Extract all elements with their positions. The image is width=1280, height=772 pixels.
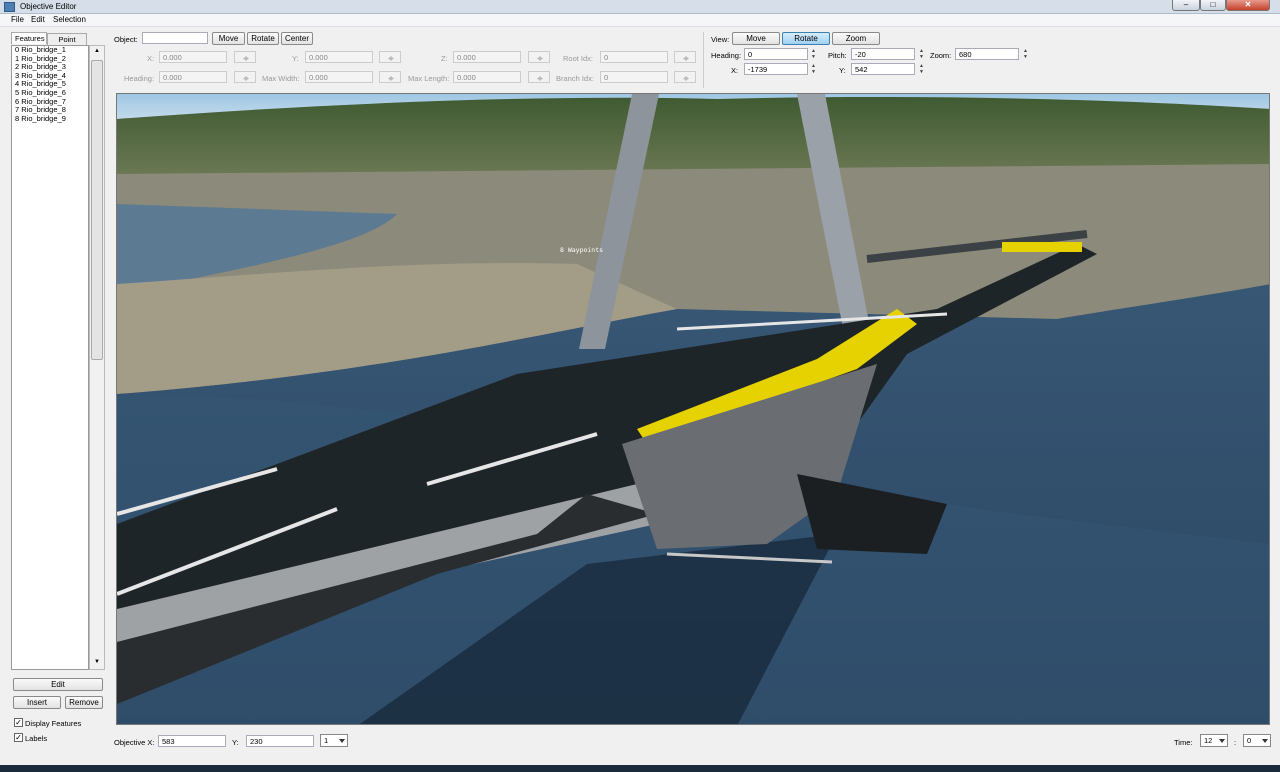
scroll-down-icon[interactable]: ▼ <box>94 659 100 665</box>
time-separator: : <box>1234 738 1237 747</box>
chevron-down-icon <box>1219 739 1225 746</box>
object-z-field[interactable]: 0.000 <box>453 51 521 63</box>
view-y-field[interactable]: 542 <box>851 63 915 75</box>
object-label: Object: <box>114 35 138 44</box>
labels-checkbox[interactable]: ✓ <box>14 733 23 742</box>
object-rotate-button[interactable]: Rotate <box>247 32 279 45</box>
far-yellow-stripe <box>1002 242 1082 252</box>
features-list[interactable]: 0 Rio_bridge_1 1 Rio_bridge_2 2 Rio_brid… <box>11 45 89 670</box>
object-z-label: Z: <box>441 54 448 63</box>
labels-label: Labels <box>25 734 48 743</box>
chevron-down-icon <box>339 739 345 746</box>
view-zoom-field[interactable]: 680 <box>955 48 1019 60</box>
view-y-spinner[interactable]: ▲ ▼ <box>917 63 926 75</box>
root-idx-field[interactable]: 0 <box>600 51 668 63</box>
list-item[interactable]: 8 Rio_bridge_9 <box>12 114 88 124</box>
scene-render <box>117 94 1269 724</box>
features-scrollbar[interactable]: ▲ ▼ <box>89 45 105 670</box>
root-idx-spinner[interactable] <box>674 51 696 63</box>
objective-y-label: Y: <box>232 738 239 747</box>
edit-button[interactable]: Edit <box>13 678 103 691</box>
close-button[interactable]: ✕ <box>1226 0 1270 11</box>
view-pitch-spinner[interactable]: ▲ ▼ <box>917 48 926 60</box>
time-hour-value: 12 <box>1204 736 1213 745</box>
object-x-spinner[interactable] <box>234 51 256 63</box>
display-features-label: Display Features <box>25 719 82 728</box>
time-label: Time: <box>1174 738 1193 747</box>
object-y-field[interactable]: 0.000 <box>305 51 373 63</box>
view-heading-label: Heading: <box>711 51 742 60</box>
time-minute-combo[interactable]: 0 <box>1243 734 1271 747</box>
branch-idx-field[interactable]: 0 <box>600 71 668 83</box>
branch-idx-spinner[interactable] <box>674 71 696 83</box>
max-width-label: Max Width: <box>262 74 300 83</box>
tab-features[interactable]: Features <box>11 32 47 44</box>
view-rotate-button[interactable]: Rotate <box>782 32 830 45</box>
branch-idx-label: Branch Idx: <box>556 74 594 83</box>
object-center-button[interactable]: Center <box>281 32 313 45</box>
object-z-spinner[interactable] <box>528 51 550 63</box>
title-bar: Objective Editor – □ ✕ <box>0 0 1280 14</box>
max-width-field[interactable]: 0.000 <box>305 71 373 83</box>
app-icon <box>4 2 15 12</box>
objective-x-label: Objective X: <box>114 738 155 747</box>
objective-y-field[interactable]: 230 <box>246 735 314 747</box>
menu-bar: File Edit Selection <box>0 14 1280 27</box>
menu-file[interactable]: File <box>11 15 24 24</box>
view-zoom-label: Zoom: <box>930 51 952 60</box>
insert-button[interactable]: Insert <box>13 696 61 709</box>
scroll-up-icon[interactable]: ▲ <box>94 48 100 54</box>
taskbar <box>0 765 1280 772</box>
object-y-label: Y: <box>292 54 299 63</box>
view-pitch-label: Pitch: <box>828 51 847 60</box>
time-minute-value: 0 <box>1247 736 1252 745</box>
object-x-label: X: <box>147 54 155 63</box>
separator <box>703 32 704 88</box>
view-zoom-button[interactable]: Zoom <box>832 32 880 45</box>
scroll-thumb[interactable] <box>91 60 103 360</box>
object-heading-label: Heading: <box>124 74 155 83</box>
view-x-label: X: <box>731 66 739 75</box>
max-length-label: Max Length: <box>408 74 450 83</box>
chevron-down-icon <box>1262 739 1268 746</box>
view-x-field[interactable]: -1739 <box>744 63 808 75</box>
display-features-checkbox[interactable]: ✓ <box>14 718 23 727</box>
tab-point-data[interactable]: Point Data <box>47 33 87 53</box>
object-heading-field[interactable]: 0.000 <box>159 71 227 83</box>
max-width-spinner[interactable] <box>379 71 401 83</box>
maximize-button[interactable]: □ <box>1200 0 1226 11</box>
view-heading-field[interactable]: 0 <box>744 48 808 60</box>
objective-combo[interactable]: 1 <box>320 734 348 747</box>
object-heading-spinner[interactable] <box>234 71 256 83</box>
view-heading-spinner[interactable]: ▲ ▼ <box>809 48 818 60</box>
view-x-spinner[interactable]: ▲ ▼ <box>809 63 818 75</box>
time-hour-combo[interactable]: 12 <box>1200 734 1228 747</box>
menu-selection[interactable]: Selection <box>53 15 86 24</box>
window-title: Objective Editor <box>20 2 77 11</box>
max-length-spinner[interactable] <box>528 71 550 83</box>
max-length-field[interactable]: 0.000 <box>453 71 521 83</box>
view-zoom-spinner[interactable]: ▲ ▼ <box>1021 48 1030 60</box>
view-move-button[interactable]: Move <box>732 32 780 45</box>
remove-button[interactable]: Remove <box>65 696 103 709</box>
object-move-button[interactable]: Move <box>212 32 245 45</box>
objective-x-field[interactable]: 583 <box>158 735 226 747</box>
root-idx-label: Root Idx: <box>563 54 594 63</box>
object-field[interactable] <box>142 32 208 44</box>
view-y-label: Y: <box>839 66 846 75</box>
object-y-spinner[interactable] <box>379 51 401 63</box>
waypoints-label: 8 Waypoints <box>560 246 604 254</box>
3d-viewport[interactable]: 8 Waypoints <box>116 93 1270 725</box>
view-pitch-field[interactable]: -20 <box>851 48 915 60</box>
minimize-button[interactable]: – <box>1172 0 1200 11</box>
objective-combo-value: 1 <box>324 736 329 745</box>
view-label: View: <box>711 35 730 44</box>
menu-edit[interactable]: Edit <box>31 15 45 24</box>
object-x-field[interactable]: 0.000 <box>159 51 227 63</box>
